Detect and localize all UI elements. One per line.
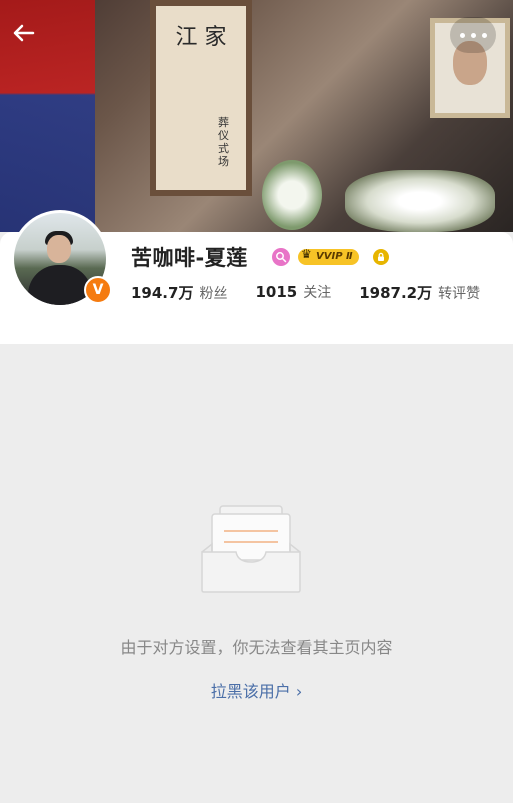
crown-icon: ♛ (301, 247, 312, 261)
avatar-head (47, 235, 71, 263)
cover-flowers-left (262, 160, 322, 230)
avatar-body (28, 265, 92, 305)
username: 苦咖啡-夏莲 (131, 246, 248, 270)
cover-flowers-right (345, 170, 495, 232)
back-button[interactable] (6, 18, 42, 54)
more-dots-icon (470, 32, 476, 38)
plaque-subtitle: 葬仪式场 (218, 116, 229, 168)
arrow-left-icon (13, 24, 35, 42)
stat-following[interactable]: 1015 关注 (255, 282, 331, 303)
stat-following-count: 1015 (255, 283, 298, 301)
stat-interactions[interactable]: 1987.2万 转评赞 (359, 282, 480, 303)
empty-state-message: 由于对方设置，你无法查看其主页内容 (120, 638, 393, 657)
vvip-label: VVIP Ⅱ (316, 251, 353, 262)
stat-followers-label: 粉丝 (199, 286, 228, 302)
plaque-title: 江 家 (175, 25, 227, 50)
stat-followers[interactable]: 194.7万 粉丝 (131, 282, 227, 303)
more-dots-icon (459, 32, 465, 38)
more-button[interactable] (450, 17, 496, 53)
stat-followers-count: 194.7万 (131, 284, 194, 302)
search-badge-icon[interactable] (272, 248, 290, 266)
stat-interactions-label: 转评赞 (438, 286, 481, 302)
lock-badge-icon[interactable] (373, 249, 389, 265)
more-dots-icon (481, 32, 487, 38)
verified-badge-icon: V (84, 276, 112, 304)
cover-plaque: 江 家 葬仪式场 (150, 0, 252, 196)
magnifier-icon (276, 252, 287, 263)
empty-inbox-icon (201, 505, 301, 593)
cover-image: 江 家 葬仪式场 (0, 0, 513, 232)
vvip-badge[interactable]: ♛ VVIP Ⅱ (298, 247, 359, 265)
profile-stats: 194.7万 粉丝 1015 关注 1987.2万 转评赞 (131, 282, 508, 303)
empty-state: 由于对方设置，你无法查看其主页内容 拉黑该用户 › (0, 344, 513, 803)
lock-icon (378, 252, 384, 261)
block-user-link[interactable]: 拉黑该用户 › (0, 678, 513, 702)
stat-interactions-count: 1987.2万 (359, 284, 433, 302)
stat-following-label: 关注 (303, 285, 332, 301)
